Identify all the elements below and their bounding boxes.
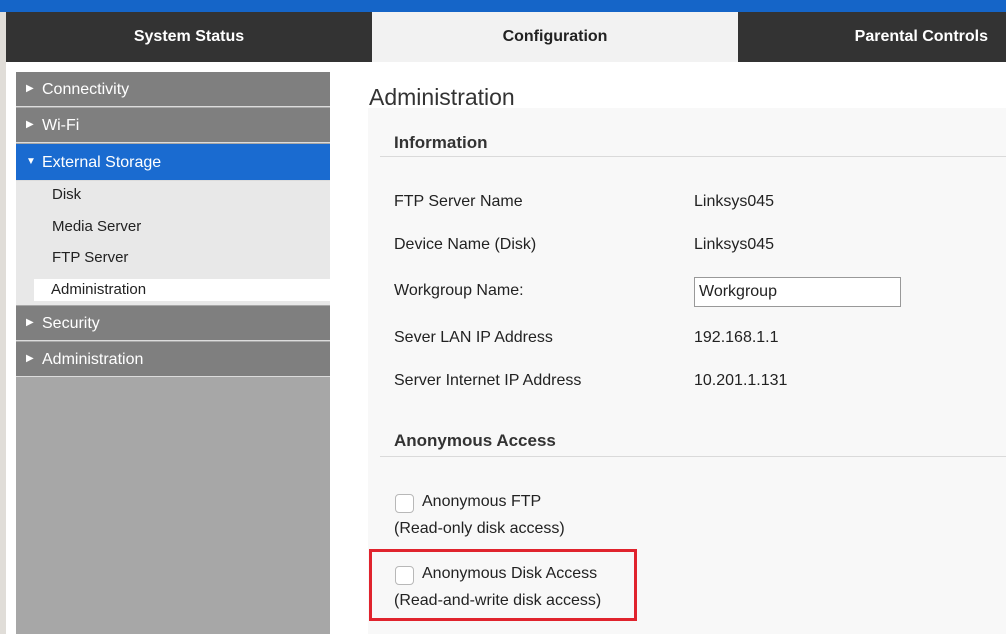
anonymous-access-heading: Anonymous Access (394, 431, 556, 450)
information-heading: Information (394, 133, 488, 152)
submenu-item-ftp-server[interactable]: FTP Server (16, 247, 330, 269)
top-accent-bar (0, 0, 1006, 12)
sidebar-item-label: Security (42, 315, 100, 332)
sidebar-item-label: External Storage (42, 154, 162, 171)
chevron-right-icon: ▶ (26, 353, 34, 365)
sidebar-item-wifi[interactable]: ▶ Wi-Fi (16, 108, 330, 143)
internet-ip-value: 10.201.1.131 (694, 372, 788, 389)
internet-ip-label: Server Internet IP Address (394, 372, 582, 389)
chevron-right-icon: ▶ (26, 119, 34, 131)
page-title: Administration (369, 84, 515, 110)
settings-panel: Information FTP Server Name Linksys045 D… (368, 108, 1006, 634)
chevron-down-icon: ▼ (26, 156, 36, 168)
submenu-item-media-server[interactable]: Media Server (16, 216, 330, 238)
sidebar-item-security[interactable]: ▶ Security (16, 306, 330, 341)
anonymous-ftp-checkbox[interactable] (395, 494, 414, 513)
highlight-box (369, 549, 637, 621)
top-tabs: System Status Configuration Parental Con… (6, 12, 1006, 62)
external-storage-submenu: Disk Media Server FTP Server Administrat… (16, 181, 330, 305)
workgroup-name-label: Workgroup Name: (394, 282, 524, 299)
anonymous-ftp-note: (Read-only disk access) (394, 520, 565, 537)
divider (380, 156, 1006, 157)
device-name-value: Linksys045 (694, 236, 775, 253)
sidebar-item-connectivity[interactable]: ▶ Connectivity (16, 72, 330, 107)
chevron-right-icon: ▶ (26, 317, 34, 329)
main-content: Administration Information FTP Server Na… (368, 62, 1006, 634)
sidebar-item-label: Wi-Fi (42, 117, 80, 134)
workgroup-name-input[interactable] (694, 277, 901, 307)
tab-system-status[interactable]: System Status (6, 12, 372, 62)
divider (380, 456, 1006, 457)
tab-parental-controls[interactable]: Parental Controls (738, 12, 1006, 62)
device-name-label: Device Name (Disk) (394, 236, 537, 253)
submenu-item-administration[interactable]: Administration (34, 279, 330, 301)
chevron-right-icon: ▶ (26, 83, 34, 95)
tab-configuration[interactable]: Configuration (372, 12, 738, 62)
sidebar-item-administration[interactable]: ▶ Administration (16, 342, 330, 377)
sidebar-item-label: Administration (42, 351, 144, 368)
ftp-server-name-value: Linksys045 (694, 193, 775, 210)
lan-ip-value: 192.168.1.1 (694, 329, 779, 346)
ftp-server-name-label: FTP Server Name (394, 193, 523, 210)
sidebar: ▶ Connectivity ▶ Wi-Fi ▼ External Storage D… (16, 72, 330, 634)
sidebar-item-label: Connectivity (42, 81, 130, 98)
anonymous-ftp-label: Anonymous FTP (422, 493, 542, 510)
submenu-item-disk[interactable]: Disk (16, 184, 330, 206)
sidebar-item-external-storage[interactable]: ▼ External Storage (16, 144, 330, 181)
lan-ip-label: Sever LAN IP Address (394, 329, 553, 346)
